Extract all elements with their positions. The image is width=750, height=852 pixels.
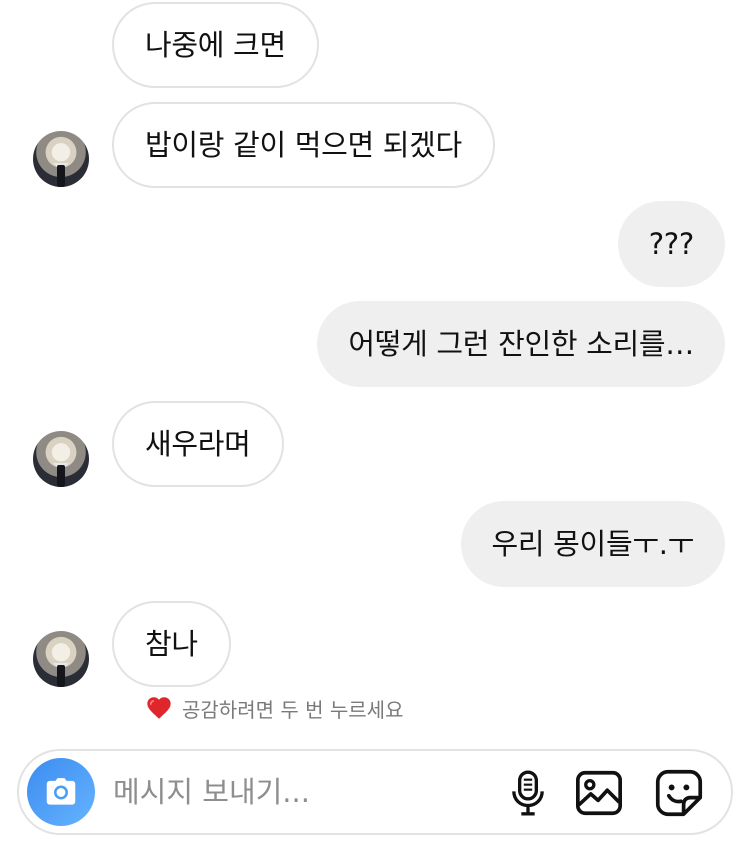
message-bubble-sent[interactable]: 우리 몽이들ㅜ.ㅜ [460,501,725,587]
message-text: 새우라며 [145,427,251,461]
gallery-button[interactable] [574,768,624,818]
message-text: 우리 몽이들ㅜ.ㅜ [491,527,695,561]
sender-avatar[interactable] [33,631,89,687]
message-text: 나중에 크면 [145,28,286,62]
sender-avatar[interactable] [33,431,89,487]
message-bubble-sent[interactable]: ??? [617,201,725,287]
like-hint: 공감하려면 두 번 누르세요 [145,693,403,723]
message-composer [17,749,733,835]
voice-message-button[interactable] [503,768,553,818]
message-bubble-received[interactable]: 나중에 크면 [112,2,319,88]
sticker-button[interactable] [654,768,704,818]
message-input[interactable] [113,751,473,833]
message-bubble-sent[interactable]: 어떻게 그런 잔인한 소리를… [317,301,725,387]
message-text: 참나 [145,627,198,661]
message-text: 어떻게 그런 잔인한 소리를… [348,327,694,361]
gallery-icon [576,770,622,816]
sender-avatar[interactable] [33,131,89,187]
message-bubble-received[interactable]: 참나 [112,601,231,687]
sticker-icon [655,769,703,817]
message-bubble-received[interactable]: 새우라며 [112,401,284,487]
message-text: ??? [648,227,695,261]
message-text: 밥이랑 같이 먹으면 되겠다 [145,128,462,162]
camera-icon [46,778,76,805]
heart-icon [147,697,171,719]
message-bubble-received[interactable]: 밥이랑 같이 먹으면 되겠다 [112,102,495,188]
microphone-icon [512,770,544,816]
camera-button[interactable] [27,758,95,826]
like-hint-text: 공감하려면 두 번 누르세요 [182,697,404,722]
